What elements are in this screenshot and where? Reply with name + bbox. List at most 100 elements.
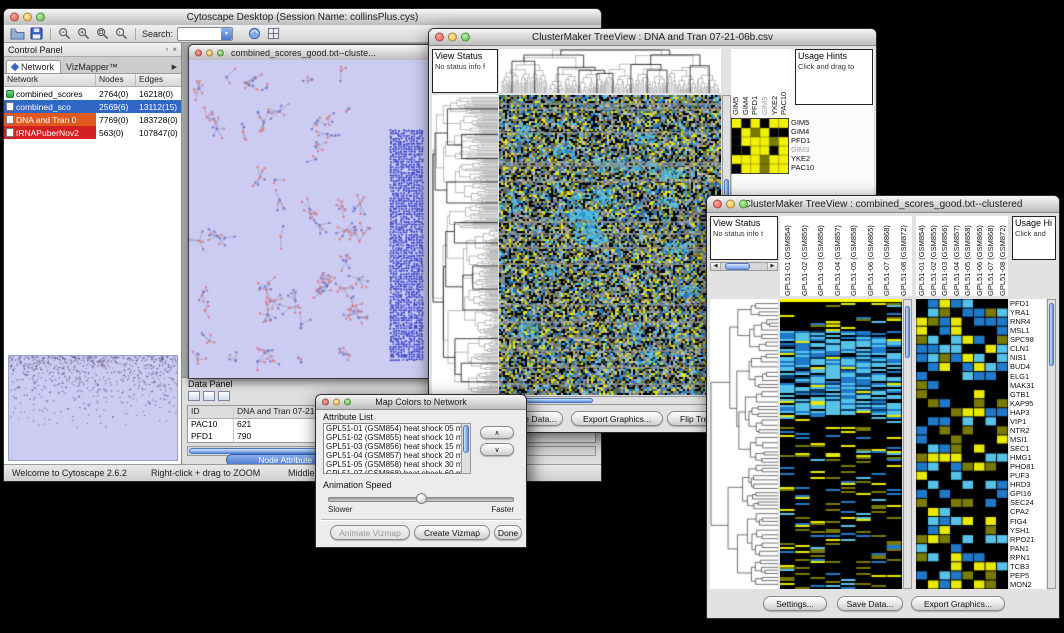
- gene-label[interactable]: KAP95: [1010, 399, 1046, 408]
- minimize-button[interactable]: [726, 200, 735, 209]
- attribute-create-icon[interactable]: [203, 391, 215, 401]
- scrollbar-thumb[interactable]: [905, 306, 910, 358]
- gene-label[interactable]: RPN1: [1010, 553, 1046, 562]
- gene-label[interactable]: PAN1: [1010, 544, 1046, 553]
- gene-label[interactable]: YSH1: [1010, 526, 1046, 535]
- minimize-button[interactable]: [448, 33, 457, 42]
- settings-button[interactable]: Settings...: [763, 596, 827, 611]
- gene-label[interactable]: MSL1: [1010, 326, 1046, 335]
- gene-label[interactable]: GTB1: [1010, 390, 1046, 399]
- network-table-row[interactable]: combined_scores2764(0)16218(0): [4, 87, 181, 100]
- main-titlebar[interactable]: Cytoscape Desktop (Session Name: collins…: [4, 9, 601, 26]
- attribute-list-item[interactable]: GPL51-05 (GSM858) heat shock 30 min: [324, 460, 470, 469]
- header-network[interactable]: Network: [4, 74, 96, 86]
- zoom-button[interactable]: [739, 200, 748, 209]
- search-input[interactable]: ▼: [177, 27, 233, 41]
- minimize-button[interactable]: [206, 49, 213, 56]
- zoom-button[interactable]: [461, 33, 470, 42]
- move-up-button[interactable]: ∧: [480, 426, 514, 439]
- zoom-heatmap-canvas[interactable]: [731, 118, 789, 174]
- close-button[interactable]: [195, 49, 202, 56]
- zoom-button[interactable]: [36, 13, 45, 22]
- network-view-titlebar[interactable]: combined_scores_good.txt--cluste...: [189, 45, 432, 61]
- gene-label[interactable]: YKE2: [791, 154, 825, 163]
- gene-label[interactable]: PFD1: [1010, 299, 1046, 308]
- gene-label[interactable]: MON2: [1010, 580, 1046, 589]
- tab-vizmapper[interactable]: VizMapper™: [61, 61, 124, 73]
- float-panel-icon[interactable]: ▫: [165, 46, 168, 54]
- gene-label[interactable]: RNR4: [1010, 317, 1046, 326]
- gene-label[interactable]: CPA2: [1010, 507, 1046, 516]
- treeview2-titlebar[interactable]: ClusterMaker TreeView : combined_scores_…: [707, 196, 1059, 213]
- close-button[interactable]: [322, 399, 329, 406]
- move-down-button[interactable]: ∨: [480, 443, 514, 456]
- attribute-list-item[interactable]: GPL51-02 (GSM855) heat shock 10 min: [324, 433, 470, 442]
- dropdown-arrow-icon[interactable]: ▼: [221, 28, 232, 40]
- attribute-list-item[interactable]: GPL51-04 (GSM857) heat shock 20 min: [324, 451, 470, 460]
- close-button[interactable]: [10, 13, 19, 22]
- gene-label[interactable]: FIG4: [1010, 517, 1046, 526]
- gene-label[interactable]: VIP1: [1010, 417, 1046, 426]
- minimize-button[interactable]: [333, 399, 340, 406]
- zoom-fit-icon[interactable]: [95, 27, 110, 41]
- close-button[interactable]: [435, 33, 444, 42]
- zoom-button[interactable]: [344, 399, 351, 406]
- open-folder-icon[interactable]: [10, 27, 25, 41]
- network-table-row[interactable]: combined_sco2569(6)13112(15): [4, 100, 181, 113]
- heatmap-canvas[interactable]: [780, 299, 902, 589]
- gene-label[interactable]: SPC98: [1010, 335, 1046, 344]
- attribute-select-icon[interactable]: [188, 391, 200, 401]
- slider-thumb[interactable]: [416, 493, 427, 504]
- gene-label[interactable]: PAC10: [791, 163, 825, 172]
- export-graphics-button[interactable]: Export Graphics...: [571, 411, 663, 426]
- heatmap-canvas[interactable]: [499, 95, 721, 395]
- header-id[interactable]: ID: [188, 406, 234, 418]
- attribute-list-item[interactable]: GPL51-03 (GSM856) heat shock 15 min: [324, 442, 470, 451]
- gene-label[interactable]: MAK31: [1010, 381, 1046, 390]
- gene-label[interactable]: RPO21: [1010, 535, 1046, 544]
- gene-label[interactable]: ELG1: [1010, 372, 1046, 381]
- heatmap-vscrollbar[interactable]: [903, 299, 912, 589]
- attribute-list-item[interactable]: GPL51-01 (GSM854) heat shock 05 min: [324, 424, 470, 433]
- tab-network[interactable]: Network: [6, 60, 61, 73]
- gene-label[interactable]: HAP3: [1010, 408, 1046, 417]
- header-edges[interactable]: Edges: [136, 74, 181, 86]
- scroll-left-icon[interactable]: ◀: [711, 263, 721, 270]
- gene-label[interactable]: NTR2: [1010, 426, 1046, 435]
- gene-label[interactable]: MSI1: [1010, 435, 1046, 444]
- gene-label[interactable]: SEC1: [1010, 444, 1046, 453]
- gene-label[interactable]: CLN1: [1010, 344, 1046, 353]
- zoom-heatmap-canvas[interactable]: [916, 299, 1008, 589]
- gene-label[interactable]: PEP5: [1010, 571, 1046, 580]
- gene-label[interactable]: PHO81: [1010, 462, 1046, 471]
- attribute-list-vscrollbar[interactable]: [461, 423, 471, 474]
- scrollbar-thumb[interactable]: [1049, 303, 1054, 366]
- gene-label[interactable]: GIM5: [791, 118, 825, 127]
- gene-label[interactable]: YRA1: [1010, 308, 1046, 317]
- tab-overflow-icon[interactable]: ▶: [172, 63, 181, 73]
- gene-label[interactable]: PFD1: [791, 136, 825, 145]
- treeview1-titlebar[interactable]: ClusterMaker TreeView : DNA and Tran 07-…: [429, 29, 876, 46]
- attribute-list-item[interactable]: GPL51-07 (GSM868) heat shock 60 min: [324, 469, 470, 474]
- gene-label[interactable]: BUD4: [1010, 362, 1046, 371]
- network-overview-canvas[interactable]: [8, 355, 178, 461]
- gene-label[interactable]: HRD3: [1010, 480, 1046, 489]
- zoom-selected-icon[interactable]: 1: [114, 27, 129, 41]
- save-data-button[interactable]: Save Data...: [837, 596, 903, 611]
- gene-label[interactable]: HMG1: [1010, 453, 1046, 462]
- column-dendrogram-canvas[interactable]: [499, 49, 721, 93]
- scrollbar-thumb[interactable]: [725, 263, 750, 270]
- close-panel-icon[interactable]: ×: [172, 46, 177, 54]
- heatmap-hscrollbar[interactable]: [499, 396, 721, 405]
- animate-vizmap-button[interactable]: Animate Vizmap: [330, 525, 410, 540]
- network-table-row[interactable]: tRNAPuberNov2563(0)107847(0): [4, 126, 181, 139]
- dendrogram-hscrollbar[interactable]: ◀ ▶: [710, 262, 778, 271]
- minimize-button[interactable]: [23, 13, 32, 22]
- create-vizmap-button[interactable]: Create Vizmap: [414, 525, 490, 540]
- gene-label[interactable]: GPI16: [1010, 489, 1046, 498]
- zoom-out-icon[interactable]: [57, 27, 72, 41]
- row-dendrogram-canvas[interactable]: [710, 299, 778, 589]
- gene-label[interactable]: NIS1: [1010, 353, 1046, 362]
- gene-label[interactable]: TCB3: [1010, 562, 1046, 571]
- animation-speed-slider[interactable]: [328, 493, 514, 504]
